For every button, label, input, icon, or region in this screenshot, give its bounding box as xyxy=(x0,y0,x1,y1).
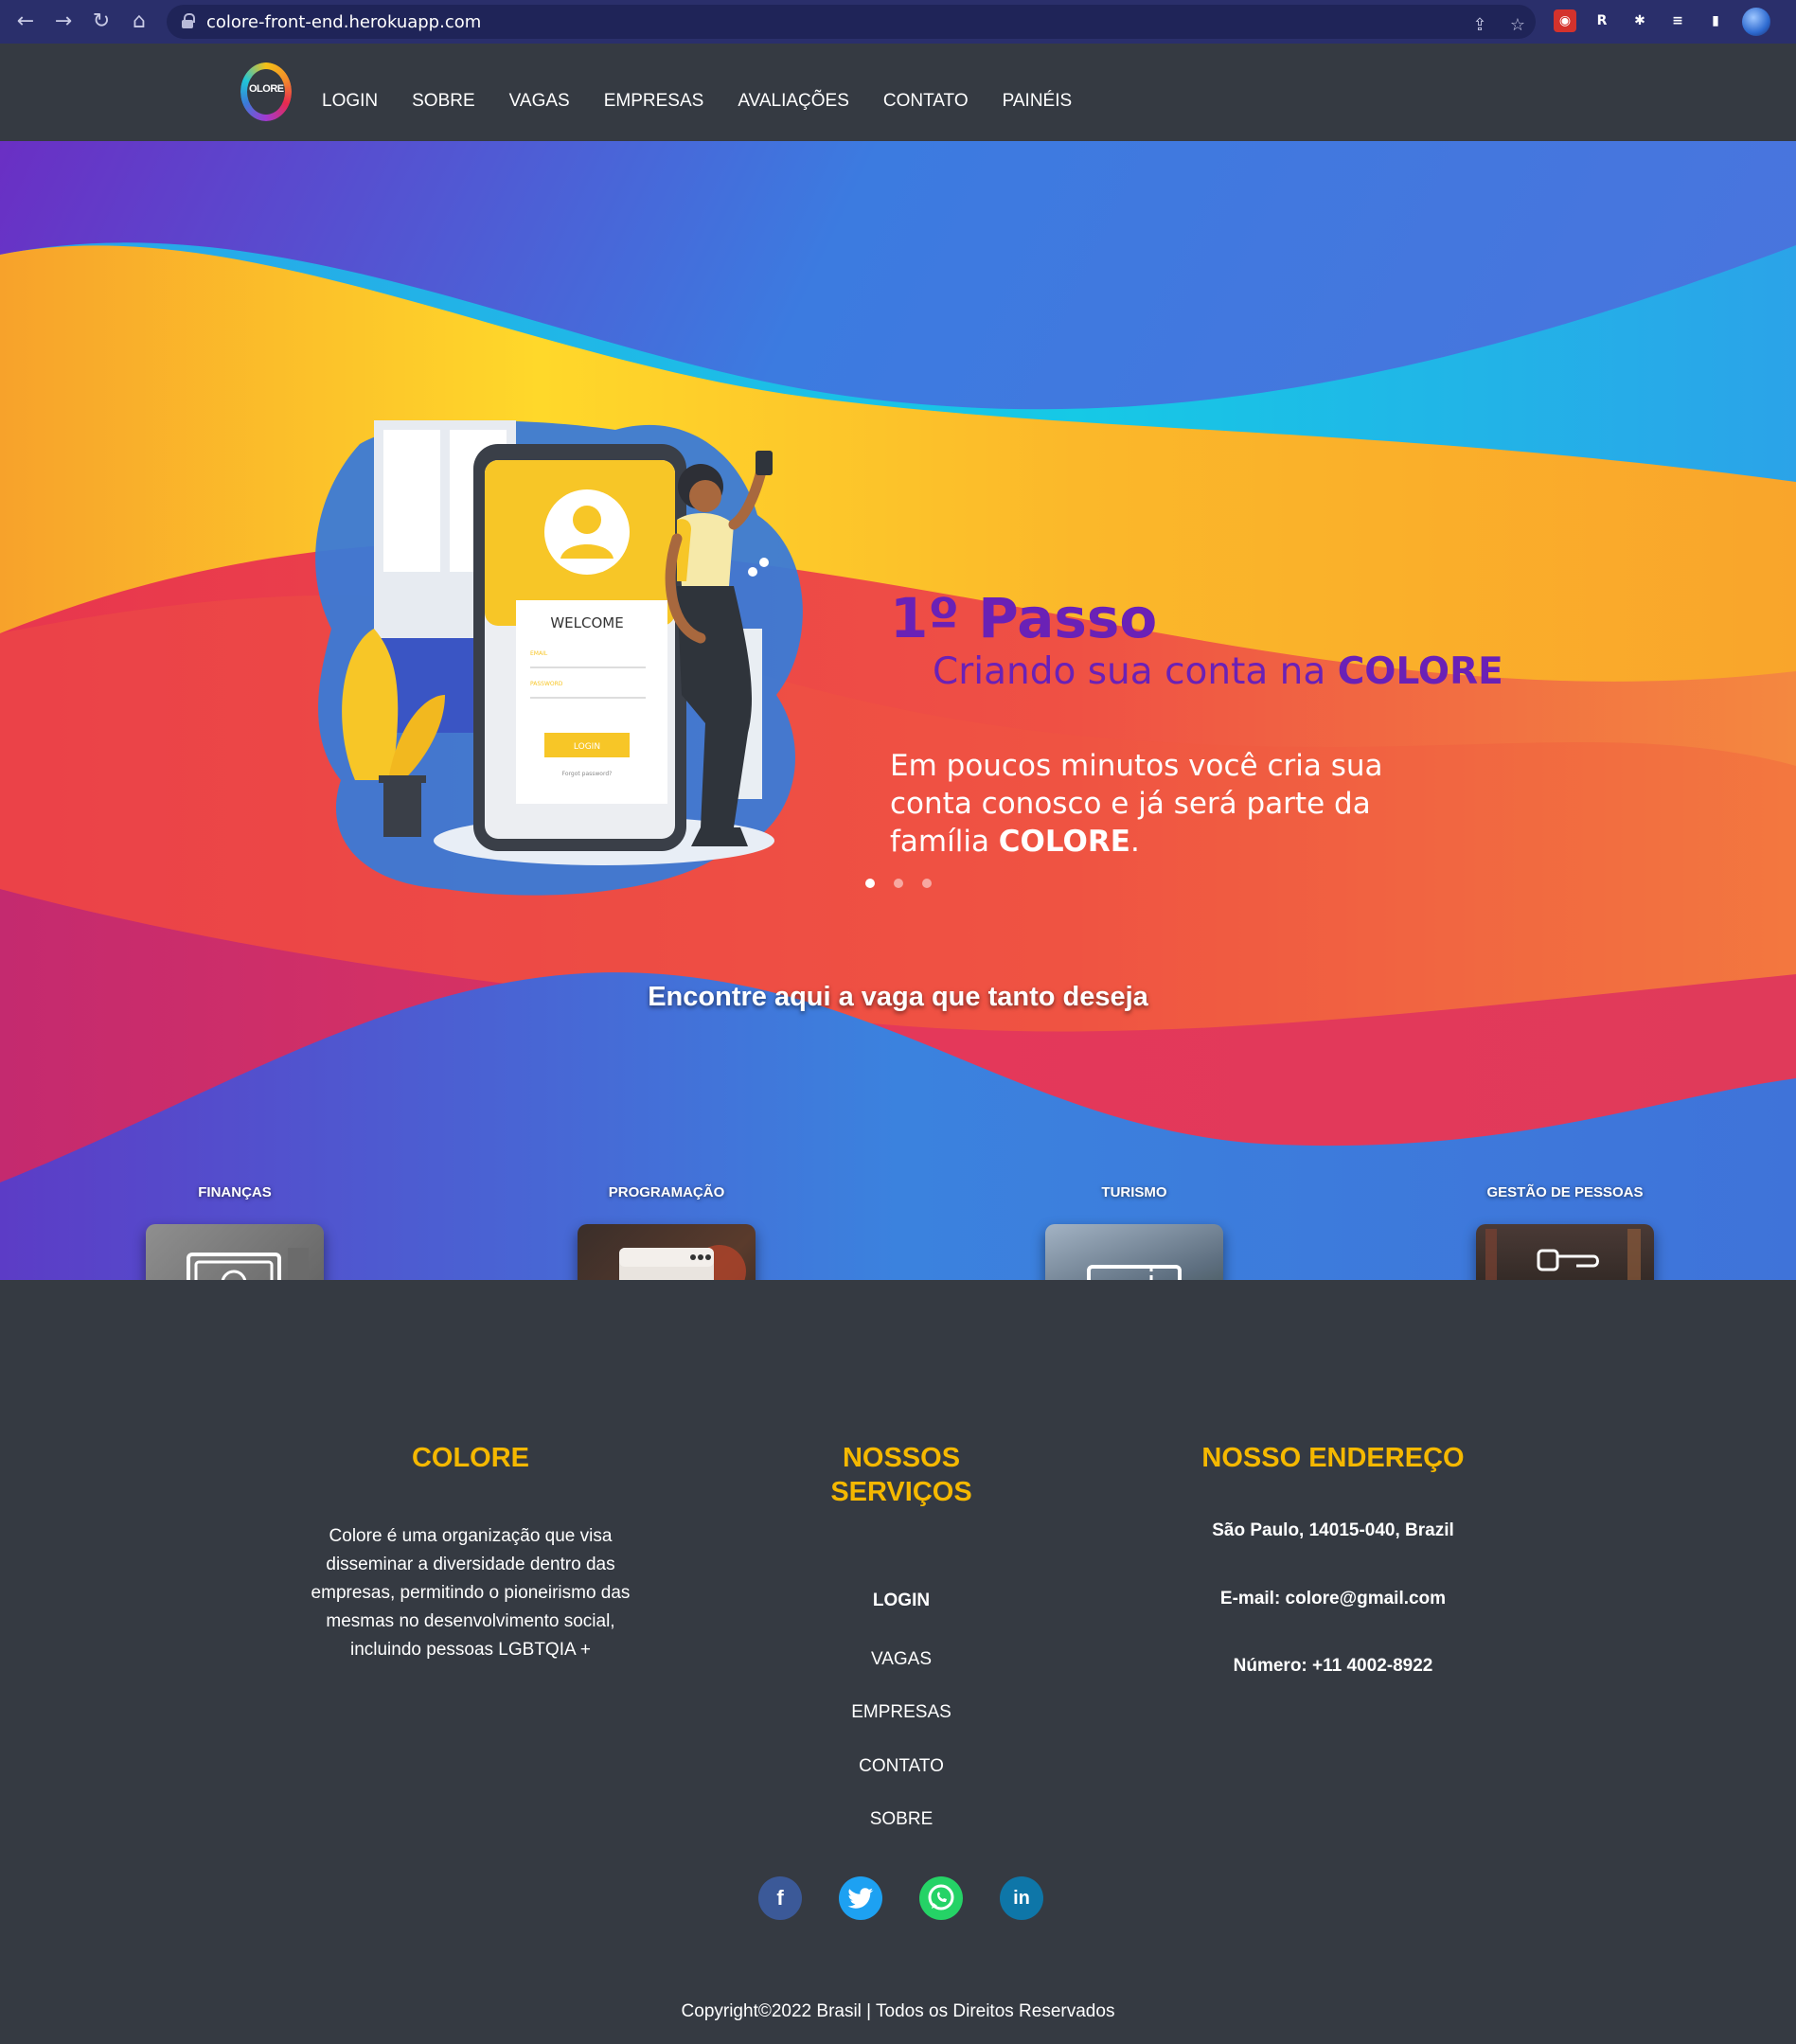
share-icon[interactable]: ⇪ xyxy=(1469,15,1490,36)
carousel-dot[interactable] xyxy=(894,879,903,888)
illus-password-label: PASSWORD xyxy=(530,681,563,687)
twitter-bird-glyph xyxy=(847,1888,874,1909)
nav-item-avaliacoes[interactable]: AVALIAÇÕES xyxy=(738,91,849,119)
category-gestao-de-pessoas: GESTÃO DE PESSOAS xyxy=(1476,1184,1654,1280)
colore-logo[interactable]: OLORE xyxy=(240,62,292,121)
category-label: TURISMO xyxy=(1101,1184,1167,1200)
main-nav: LOGIN SOBRE VAGAS EMPRESAS AVALIAÇÕES CO… xyxy=(322,91,1106,119)
category-programacao: PROGRAMAÇÃO </> xyxy=(578,1184,756,1280)
category-card-programacao[interactable]: </> xyxy=(578,1224,756,1280)
back-icon[interactable]: ← xyxy=(11,8,40,36)
category-card-gestao[interactable] xyxy=(1476,1224,1654,1280)
slide-title: 1º Passo xyxy=(890,586,1158,650)
address-bar[interactable]: colore-front-end.herokuapp.com ⇪ ☆ xyxy=(167,5,1536,39)
footer-address-email: E-mail: colore@gmail.com xyxy=(1219,1589,1447,1609)
illus-forgot: Forgot password? xyxy=(562,771,613,777)
code-icon: </> xyxy=(619,1245,746,1280)
footer-link-login[interactable]: LOGIN xyxy=(807,1591,996,1611)
footer-about-title: COLORE xyxy=(411,1443,530,1473)
slide-desc-brand: COLORE xyxy=(998,825,1130,859)
category-turismo: TURISMO xyxy=(1045,1184,1223,1280)
footer-services-title: NOSSOS SERVIÇOS xyxy=(807,1441,996,1509)
category-card-turismo[interactable] xyxy=(1045,1224,1223,1280)
footer-link-sobre[interactable]: SOBRE xyxy=(807,1809,996,1830)
carousel-dot[interactable] xyxy=(865,879,875,888)
footer-address-location: São Paulo, 14015-040, Brazil xyxy=(1212,1520,1454,1540)
side-panel-icon[interactable]: ▮ xyxy=(1704,9,1727,32)
category-card-financas[interactable] xyxy=(146,1224,324,1280)
twitter-icon[interactable] xyxy=(839,1876,882,1920)
slide-subtitle-text: Criando sua conta na xyxy=(933,650,1338,693)
wave-background xyxy=(0,141,1796,1280)
extension-icon[interactable]: R xyxy=(1591,9,1613,32)
people-management-icon xyxy=(1485,1229,1641,1280)
media-icon[interactable]: ≡ xyxy=(1666,9,1689,32)
lock-icon xyxy=(182,13,195,28)
money-icon xyxy=(187,1248,309,1280)
jobs-heading: Encontre aqui a vaga que tanto deseja xyxy=(648,982,1148,1012)
login-illustration: WELCOME EMAIL PASSWORD LOGIN Forgot pass… xyxy=(315,420,803,896)
nav-item-login[interactable]: LOGIN xyxy=(322,91,378,119)
hero-section: WELCOME EMAIL PASSWORD LOGIN Forgot pass… xyxy=(0,141,1796,1280)
home-icon[interactable]: ⌂ xyxy=(125,8,153,36)
carousel-indicators xyxy=(865,879,932,888)
illus-login-button: LOGIN xyxy=(574,742,600,752)
footer-address-title: NOSSO ENDEREÇO xyxy=(1201,1443,1465,1473)
url-text: colore-front-end.herokuapp.com xyxy=(206,12,482,32)
nav-item-sobre[interactable]: SOBRE xyxy=(412,91,475,119)
nav-item-paineis[interactable]: PAINÉIS xyxy=(1003,91,1073,119)
copyright-text: Copyright©2022 Brasil | Todos os Direito… xyxy=(681,2001,1115,2021)
browser-toolbar: ← → ↻ ⌂ colore-front-end.herokuapp.com ⇪… xyxy=(0,0,1796,44)
category-label: GESTÃO DE PESSOAS xyxy=(1486,1184,1644,1200)
ticket-icon xyxy=(1087,1265,1182,1280)
whatsapp-glyph xyxy=(928,1884,954,1911)
slide-description: Em poucos minutos você cria sua conta co… xyxy=(890,747,1420,861)
whatsapp-icon[interactable] xyxy=(919,1876,963,1920)
footer-services-title-line1: NOSSOS xyxy=(842,1443,961,1473)
footer: COLORE Colore é uma organização que visa… xyxy=(0,1280,1796,2044)
slide-desc-suffix: . xyxy=(1129,825,1140,859)
footer-about-text: Colore é uma organização que visa dissem… xyxy=(311,1526,631,1660)
footer-address-phone: Número: +11 4002-8922 xyxy=(1233,1656,1433,1676)
slide-subtitle-brand: COLORE xyxy=(1337,650,1503,693)
linkedin-icon[interactable]: in xyxy=(1000,1876,1043,1920)
bookmark-star-icon[interactable]: ☆ xyxy=(1507,15,1528,36)
illus-welcome: WELCOME xyxy=(550,614,623,631)
footer-services-title-line2: SERVIÇOS xyxy=(830,1477,972,1507)
illus-email-label: EMAIL xyxy=(530,650,548,657)
category-label: PROGRAMAÇÃO xyxy=(608,1184,725,1200)
nav-item-vagas[interactable]: VAGAS xyxy=(509,91,570,119)
logo-text: OLORE xyxy=(249,83,284,95)
nav-item-empresas[interactable]: EMPRESAS xyxy=(604,91,704,119)
carousel-dot[interactable] xyxy=(922,879,932,888)
category-label: FINANÇAS xyxy=(198,1184,272,1200)
facebook-icon[interactable]: f xyxy=(758,1876,802,1920)
nav-item-contato[interactable]: CONTATO xyxy=(883,91,969,119)
forward-icon[interactable]: → xyxy=(49,8,78,36)
reload-icon[interactable]: ↻ xyxy=(87,8,116,36)
footer-link-empresas[interactable]: EMPRESAS xyxy=(807,1702,996,1723)
extension-icon[interactable]: ◉ xyxy=(1554,9,1576,32)
category-financas: FINANÇAS xyxy=(146,1184,324,1280)
site-header: OLORE LOGIN SOBRE VAGAS EMPRESAS AVALIAÇ… xyxy=(0,44,1796,141)
footer-link-contato[interactable]: CONTATO xyxy=(807,1756,996,1777)
footer-link-vagas[interactable]: VAGAS xyxy=(807,1649,996,1670)
profile-avatar[interactable] xyxy=(1742,8,1770,36)
puzzle-icon[interactable]: ✱ xyxy=(1628,9,1651,32)
slide-subtitle: Criando sua conta na COLORE xyxy=(933,650,1503,693)
